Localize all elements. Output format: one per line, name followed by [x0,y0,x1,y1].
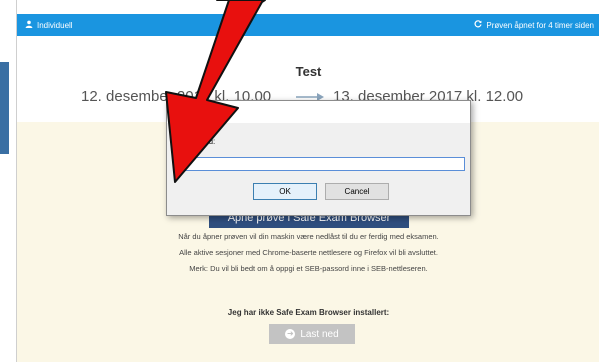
password-dialog: Lo gs Ente word: OK Cancel [166,100,471,216]
download-icon: ➜ [285,329,296,339]
download-label: Last ned [300,328,339,340]
password-prompt: Ente word: [177,137,216,146]
refresh-icon [474,20,482,30]
background-window-edge [0,62,9,154]
top-bar: Individuell Prøven åpnet for 4 timer sid… [17,14,599,36]
info-line-2: Alle aktive sesjoner med Chrome-baserte … [179,248,438,257]
no-seb-heading: Jeg har ikke Safe Exam Browser installer… [227,308,390,317]
exam-title: Test [295,64,322,79]
user-icon [25,20,33,30]
ok-button[interactable]: OK [253,183,317,200]
dialog-titlebar[interactable]: Lo gs [167,101,470,123]
info-line-3: Merk: Du vil bli bedt om å oppgi et SEB-… [189,264,428,273]
info-line-1: Når du åpner prøven vil din maskin være … [178,232,439,241]
cancel-button[interactable]: Cancel [325,183,389,200]
exam-status: Prøven åpnet for 4 timer siden [474,20,594,30]
user-label: Individuell [37,20,73,30]
password-input[interactable] [177,157,465,171]
user-indicator: Individuell [25,20,73,30]
status-text: Prøven åpnet for 4 timer siden [486,20,594,30]
dialog-title: Lo gs [173,108,193,117]
download-button[interactable]: ➜ Last ned [269,324,355,344]
